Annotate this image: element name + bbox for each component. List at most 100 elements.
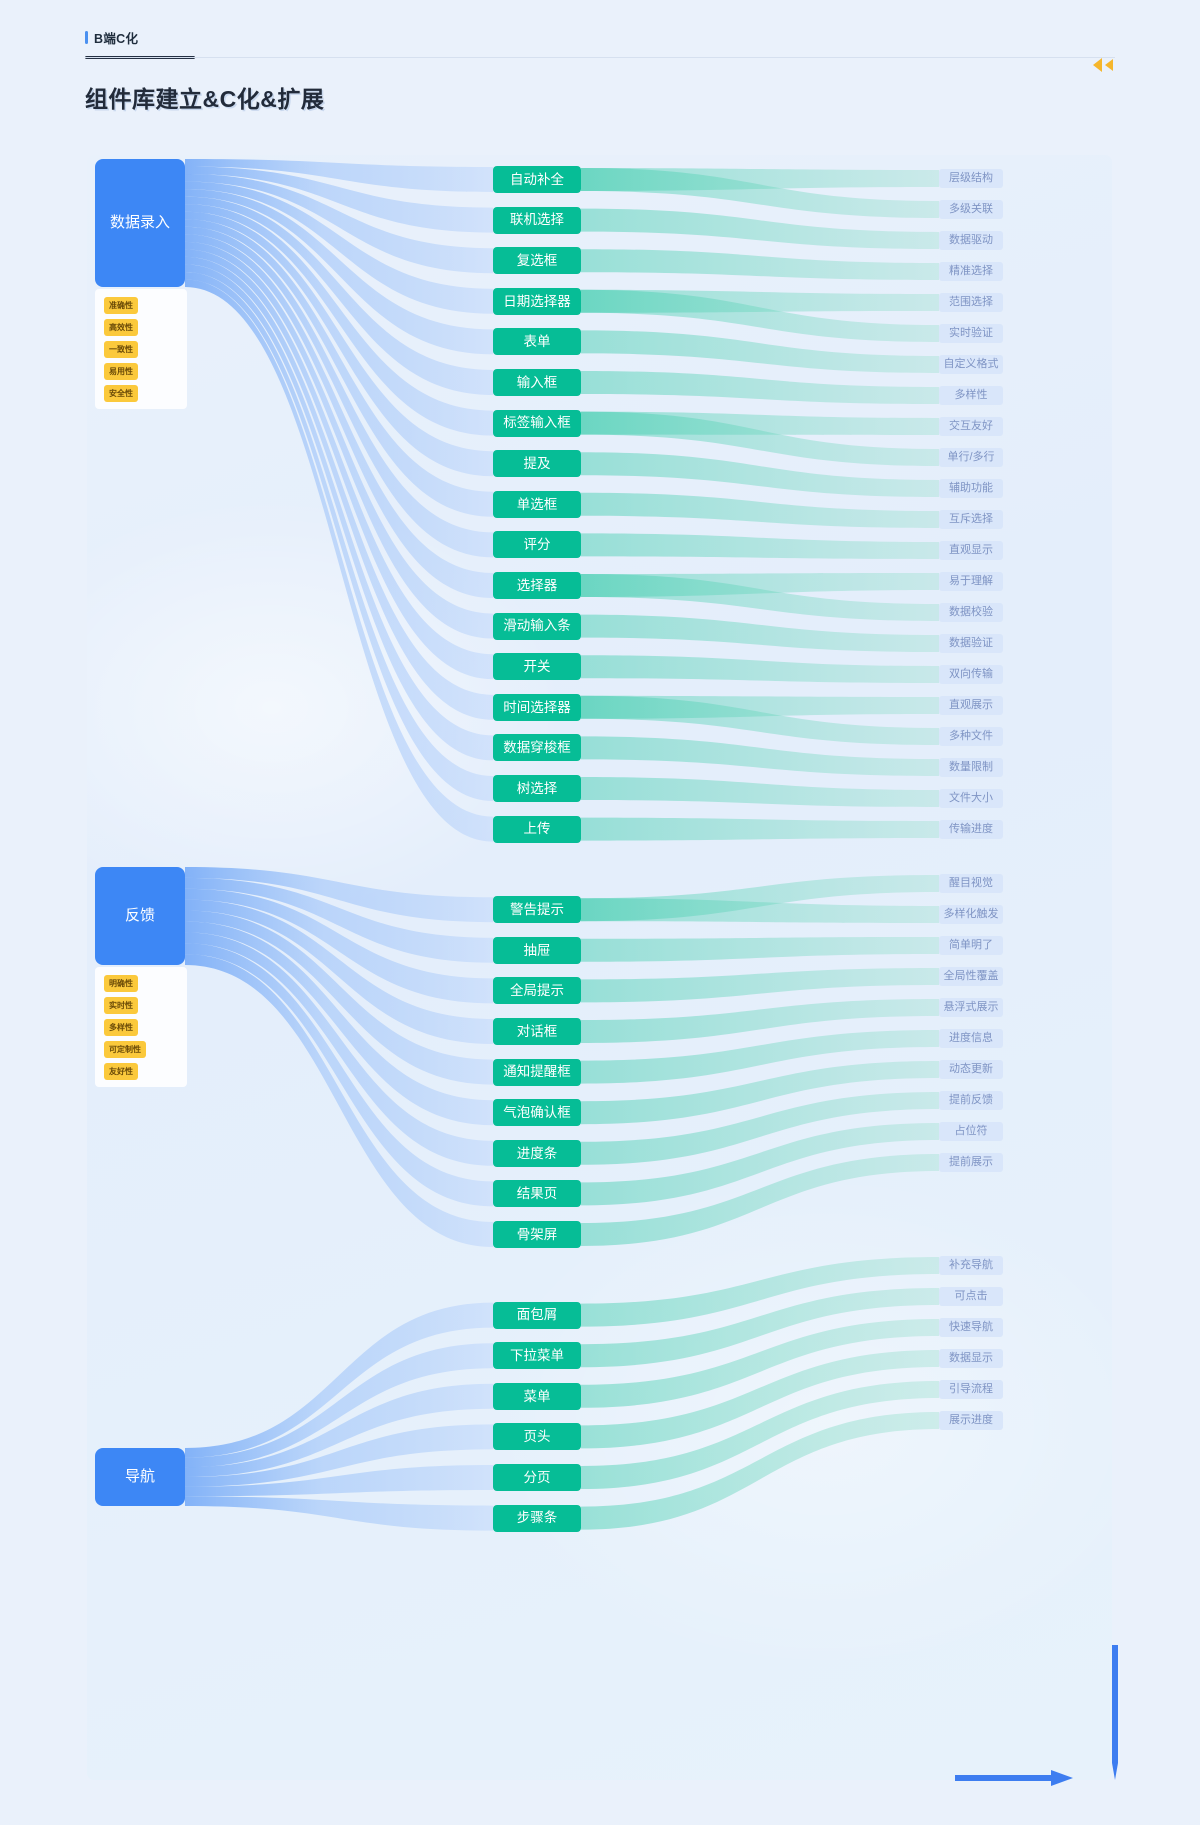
source-node-导航[interactable]: 导航 (95, 1448, 185, 1506)
attribute-tag-card-数据录入: 准确性高效性一致性易用性安全性 (95, 289, 187, 409)
component-node-结果页[interactable]: 结果页 (493, 1180, 581, 1208)
feature-node-多级关联[interactable]: 多级关联 (939, 200, 1003, 219)
component-node-自动补全[interactable]: 自动补全 (493, 166, 581, 193)
component-node-开关[interactable]: 开关 (493, 653, 581, 681)
attribute-tag-card-反馈: 明确性 实时性 多样性 可定制性 友好性 (95, 967, 187, 1087)
feature-node-动态更新[interactable]: 动态更新 (939, 1060, 1003, 1079)
component-node-树选择[interactable]: 树选择 (493, 775, 581, 802)
component-node-分页[interactable]: 分页 (493, 1464, 581, 1491)
sankey-link (581, 371, 939, 404)
component-node-提及[interactable]: 提及 (493, 450, 581, 478)
component-node-对话框[interactable]: 对话框 (493, 1018, 581, 1045)
component-node-警告提示[interactable]: 警告提示 (493, 896, 581, 924)
feature-node-多样性[interactable]: 多样性 (939, 386, 1003, 405)
component-node-数据穿梭框[interactable]: 数据穿梭框 (493, 734, 581, 762)
attribute-tag: 准确性 (104, 297, 138, 314)
component-node-抽屉[interactable]: 抽屉 (493, 936, 581, 964)
feature-node-易于理解[interactable]: 易于理解 (939, 572, 1003, 591)
sankey-link (581, 777, 939, 807)
feature-node-实时验证[interactable]: 实时验证 (939, 324, 1003, 343)
component-node-进度条[interactable]: 进度条 (493, 1139, 581, 1167)
feature-node-悬浮式展示[interactable]: 悬浮式展示 (939, 998, 1003, 1017)
component-node-表单[interactable]: 表单 (493, 328, 581, 356)
component-node-单选框[interactable]: 单选框 (493, 490, 581, 518)
feature-node-展示进度[interactable]: 展示进度 (939, 1411, 1003, 1430)
feature-node-层级结构[interactable]: 层级结构 (939, 169, 1003, 188)
feature-node-自定义格式[interactable]: 自定义格式 (939, 355, 1003, 374)
component-node-复选框[interactable]: 复选框 (493, 247, 581, 275)
feature-node-数据校验[interactable]: 数据校验 (939, 603, 1003, 622)
feature-node-多种文件[interactable]: 多种文件 (939, 727, 1003, 746)
top-divider (85, 57, 1115, 58)
feature-node-进度信息[interactable]: 进度信息 (939, 1029, 1003, 1048)
feature-node-提前展示[interactable]: 提前展示 (939, 1153, 1003, 1172)
attribute-tag: 友好性 (104, 1063, 138, 1080)
feature-node-引导流程[interactable]: 引导流程 (939, 1380, 1003, 1399)
feature-node-直观展示[interactable]: 直观展示 (939, 696, 1003, 715)
source-node-反馈[interactable]: 反馈 (95, 867, 185, 965)
component-node-评分[interactable]: 评分 (493, 531, 581, 559)
sankey-link (581, 655, 939, 683)
sankey-link (581, 968, 939, 1003)
attribute-tag: 可定制性 (104, 1041, 146, 1058)
feature-node-提前反馈[interactable]: 提前反馈 (939, 1091, 1003, 1110)
feature-node-占位符[interactable]: 占位符 (939, 1122, 1003, 1141)
feature-node-多样化触发[interactable]: 多样化触发 (939, 905, 1003, 924)
component-node-步骤条[interactable]: 步骤条 (493, 1504, 581, 1532)
feature-node-数据驱动[interactable]: 数据驱动 (939, 231, 1003, 250)
attribute-tag: 易用性 (104, 363, 138, 380)
feature-node-直观显示[interactable]: 直观显示 (939, 541, 1003, 560)
feature-node-范围选择[interactable]: 范围选择 (939, 293, 1003, 312)
top-bar: B端C化 (0, 0, 1200, 72)
component-node-上传[interactable]: 上传 (493, 815, 581, 843)
component-node-联机选择[interactable]: 联机选择 (493, 206, 581, 234)
sankey-link (581, 614, 939, 652)
component-node-滑动输入条[interactable]: 滑动输入条 (493, 612, 581, 640)
arrow-right-decoration-icon (955, 1770, 1075, 1795)
attribute-tag: 安全性 (104, 385, 138, 402)
feature-node-可点击[interactable]: 可点击 (939, 1287, 1003, 1306)
feature-node-全局性覆盖[interactable]: 全局性覆盖 (939, 967, 1003, 986)
sankey-link (581, 533, 939, 559)
component-node-通知提醒框[interactable]: 通知提醒框 (493, 1058, 581, 1086)
feature-node-补充导航[interactable]: 补充导航 (939, 1256, 1003, 1275)
feature-node-传输进度[interactable]: 传输进度 (939, 820, 1003, 839)
feature-node-单行/多行[interactable]: 单行/多行 (939, 448, 1003, 467)
feature-node-交互友好[interactable]: 交互友好 (939, 417, 1003, 436)
component-node-时间选择器[interactable]: 时间选择器 (493, 693, 581, 721)
component-node-输入框[interactable]: 输入框 (493, 369, 581, 396)
attribute-tag: 一致性 (104, 341, 138, 358)
feature-node-精准选择[interactable]: 精准选择 (939, 262, 1003, 281)
feature-node-数据验证[interactable]: 数据验证 (939, 634, 1003, 653)
feature-node-辅助功能[interactable]: 辅助功能 (939, 479, 1003, 498)
page-root: B端C化 组件库建立&C化&扩展 数据录入 准确性 高效性 一致性 易用性 安全性 反馈 明确… (0, 0, 1200, 1825)
breadcrumb-accent-bar (85, 31, 88, 44)
component-node-面包屑[interactable]: 面包屑 (493, 1301, 581, 1329)
feature-node-互斥选择[interactable]: 互斥选择 (939, 510, 1003, 529)
sankey-chart-card: 数据录入 准确性 高效性 一致性 易用性 安全性 反馈 明确性 实时性 多样性 可定制性 友好性 导航自… (87, 155, 1112, 1780)
attribute-tag: 高效性 (104, 319, 138, 336)
component-node-骨架屏[interactable]: 骨架屏 (493, 1221, 581, 1248)
play-backward-icon[interactable] (1092, 58, 1116, 72)
component-node-标签输入框[interactable]: 标签输入框 (493, 409, 581, 437)
sankey-link (581, 817, 939, 841)
feature-node-简单明了[interactable]: 简单明了 (939, 936, 1003, 955)
component-node-下拉菜单[interactable]: 下拉菜单 (493, 1342, 581, 1370)
feature-node-数量限制[interactable]: 数量限制 (939, 758, 1003, 777)
component-node-日期选择器[interactable]: 日期选择器 (493, 287, 581, 315)
sankey-link (185, 1496, 493, 1531)
breadcrumb[interactable]: B端C化 (85, 28, 138, 47)
feature-node-文件大小[interactable]: 文件大小 (939, 789, 1003, 808)
component-node-页头[interactable]: 页头 (493, 1423, 581, 1451)
sankey-link (581, 249, 939, 280)
component-node-菜单[interactable]: 菜单 (493, 1382, 581, 1410)
source-node-数据录入[interactable]: 数据录入 (95, 159, 185, 287)
feature-node-醒目视觉[interactable]: 醒目视觉 (939, 874, 1003, 893)
component-node-气泡确认框[interactable]: 气泡确认框 (493, 1099, 581, 1127)
component-node-选择器[interactable]: 选择器 (493, 572, 581, 599)
feature-node-快速导航[interactable]: 快速导航 (939, 1318, 1003, 1337)
sankey-link (581, 492, 939, 528)
component-node-全局提示[interactable]: 全局提示 (493, 977, 581, 1005)
feature-node-数据显示[interactable]: 数据显示 (939, 1349, 1003, 1368)
feature-node-双向传输[interactable]: 双向传输 (939, 665, 1003, 684)
